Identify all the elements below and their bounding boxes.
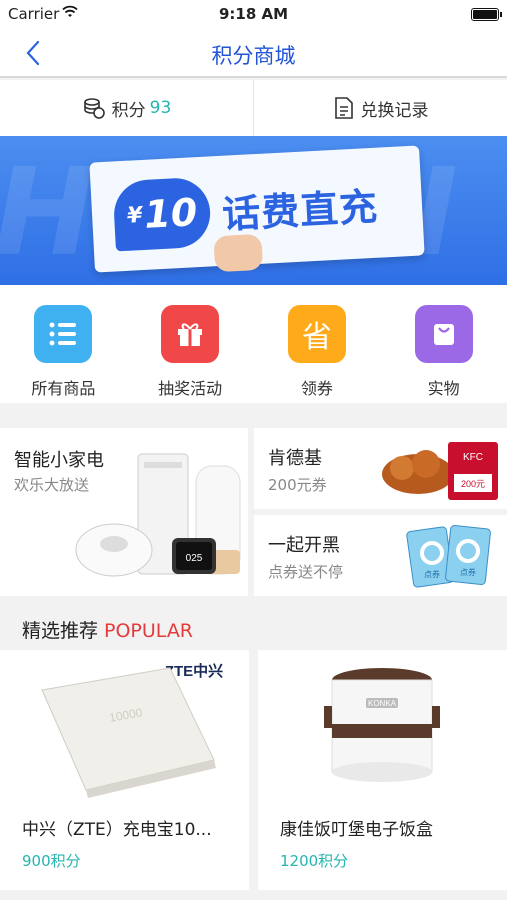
product-name: 康佳饭叮堡电子饭盒 [280, 820, 433, 840]
promo-smart-appliances[interactable]: 智能小家电 欢乐大放送 025 [0, 428, 248, 596]
power-bank-image: ZTE中兴 10000 [41, 662, 223, 798]
kfc-image: KFC 200元 [382, 442, 498, 500]
points-cell[interactable]: 积分 93 [0, 80, 254, 136]
product-price: 1200积分 [280, 852, 349, 870]
lunch-box-image: KONKA [324, 668, 440, 782]
nav-bar: 积分商城 [0, 28, 507, 78]
product-card[interactable]: KONKA 康佳饭叮堡电子饭盒 1200积分 [258, 650, 507, 890]
section-header-popular: 精选推荐 POPULAR [0, 606, 507, 650]
list-icon [34, 305, 93, 363]
battery-icon [471, 8, 502, 21]
card-text: 点券 [460, 567, 476, 577]
promo-gaming[interactable]: 一起开黑 点券送不停 点券 点券 [254, 515, 507, 596]
gift-icon [161, 305, 220, 363]
kfc-voucher-value: 200元 [461, 479, 485, 489]
coupon-icon: 省 [287, 305, 346, 363]
category-coupons[interactable]: 省 领券 [254, 285, 381, 403]
exchange-record-cell[interactable]: 兑换记录 [254, 80, 507, 136]
points-value: 93 [149, 98, 172, 118]
document-icon [334, 97, 353, 119]
promo-subtitle: 点券送不停 [268, 563, 344, 581]
appliances-image: 025 [75, 453, 241, 577]
coins-icon [83, 98, 105, 119]
exchange-record-label: 兑换记录 [360, 100, 429, 121]
status-bar: Carrier 9:18 AM [0, 0, 507, 28]
category-all-products[interactable]: 所有商品 [0, 285, 127, 403]
category-row: 所有商品 抽奖活动 省 领券 实物 [0, 285, 507, 403]
category-label: 领券 [300, 379, 333, 398]
hand-illustration [213, 233, 264, 273]
page-title: 积分商城 [211, 44, 296, 68]
banner-text: 话费直充 [221, 184, 380, 237]
category-label: 抽奖活动 [158, 379, 223, 398]
promo-subtitle: 200元券 [268, 476, 327, 494]
section-title-en: POPULAR [104, 620, 194, 642]
banner-amount-badge: ¥10 [112, 176, 212, 252]
product-price: 900积分 [22, 852, 81, 870]
promo-title: 一起开黑 [268, 535, 340, 556]
bottom-divider [0, 890, 507, 900]
category-label: 所有商品 [31, 379, 96, 398]
banner-ticket: ¥10 话费直充 [89, 145, 425, 273]
clock: 9:18 AM [218, 5, 289, 23]
konka-logo: KONKA [368, 699, 397, 708]
promo-grid: 智能小家电 欢乐大放送 025 肯德基 200元券 KFC 200元 一起开黑 [0, 428, 507, 596]
card-text: 点券 [424, 569, 440, 579]
product-name: 中兴（ZTE）充电宝10... [22, 820, 212, 840]
category-physical[interactable]: 实物 [380, 285, 507, 403]
promo-kfc[interactable]: 肯德基 200元券 KFC 200元 [254, 428, 507, 509]
kfc-tag: KFC [463, 452, 483, 463]
category-lottery[interactable]: 抽奖活动 [127, 285, 254, 403]
product-card[interactable]: ZTE中兴 10000 中兴（ZTE）充电宝10... 900积分 [0, 650, 249, 890]
banner-phone-recharge[interactable]: HI HEI ¥10 话费直充 [0, 136, 507, 285]
points-label: 积分 [111, 100, 146, 121]
game-coupon-image: 点券 点券 [406, 524, 491, 588]
display-text: 025 [186, 553, 203, 564]
category-label: 实物 [427, 379, 460, 398]
points-bar: 积分 93 兑换记录 [0, 80, 507, 136]
promo-title: 肯德基 [268, 448, 322, 469]
bag-icon [414, 305, 473, 363]
section-title: 精选推荐 POPULAR [22, 620, 194, 642]
